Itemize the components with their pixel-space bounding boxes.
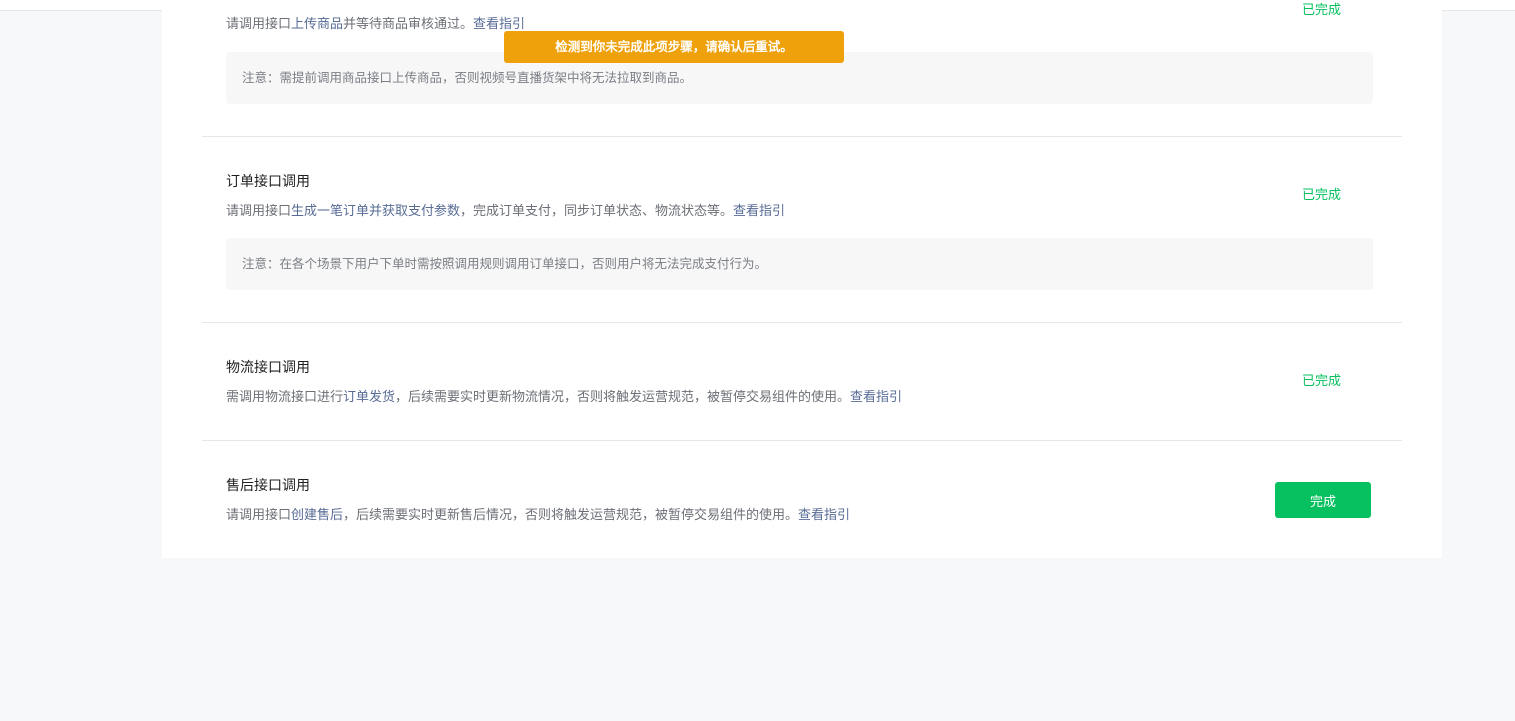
order-api-description: 请调用接口生成一笔订单并获取支付参数，完成订单支付，同步订单状态、物流状态等。查… <box>226 204 786 219</box>
logistics-api-description: 需调用物流接口进行订单发货，后续需要实时更新物流情况，否则将触发运营规范，被暂停… <box>226 390 903 405</box>
order-api-title: 订单接口调用 <box>226 174 310 190</box>
product-upload-status: 已完成 <box>1302 3 1342 18</box>
logistics-api-guide-link[interactable]: 查看指引 <box>850 390 902 405</box>
complete-button[interactable]: 完成 <box>1275 482 1371 518</box>
product-upload-guide-link[interactable]: 查看指引 <box>473 17 525 32</box>
order-api-status: 已完成 <box>1302 188 1342 203</box>
aftersale-api-title: 售后接口调用 <box>226 478 310 494</box>
upload-product-link[interactable]: 上传商品 <box>291 17 343 32</box>
section-divider <box>202 322 1402 323</box>
create-order-link[interactable]: 生成一笔订单并获取支付参数 <box>291 204 460 219</box>
create-aftersale-link[interactable]: 创建售后 <box>291 508 343 523</box>
order-api-guide-link[interactable]: 查看指引 <box>733 204 785 219</box>
section-divider <box>202 136 1402 137</box>
logistics-api-title: 物流接口调用 <box>226 360 310 376</box>
ship-order-link[interactable]: 订单发货 <box>343 390 395 405</box>
section-divider <box>202 440 1402 441</box>
order-api-note: 注意：在各个场景下用户下单时需按照调用规则调用订单接口，否则用户将无法完成支付行… <box>226 238 1373 290</box>
aftersale-api-guide-link[interactable]: 查看指引 <box>798 508 850 523</box>
logistics-api-status: 已完成 <box>1302 374 1342 389</box>
aftersale-api-description: 请调用接口创建售后，后续需要实时更新售后情况，否则将触发运营规范，被暂停交易组件… <box>226 508 851 523</box>
task-card: 请调用接口上传商品并等待商品审核通过。查看指引 已完成 注意：需提前调用商品接口… <box>162 0 1442 558</box>
product-upload-description: 请调用接口上传商品并等待商品审核通过。查看指引 <box>226 17 526 32</box>
warning-toast: 检测到你未完成此项步骤，请确认后重试。 <box>504 31 844 63</box>
